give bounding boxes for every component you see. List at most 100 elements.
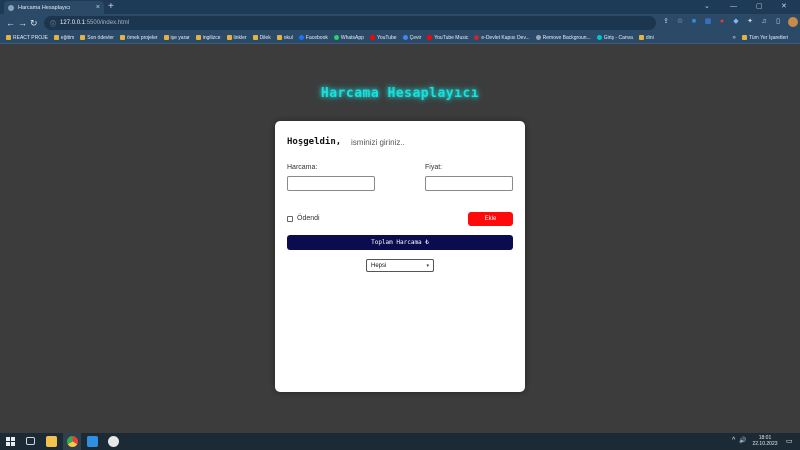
whatsapp-icon (333, 35, 339, 40)
bookmark-label: Son ödevler (87, 34, 114, 41)
folder-icon (163, 35, 169, 40)
bookmark-label: WhatsApp (340, 34, 364, 41)
folder-icon (638, 35, 644, 40)
close-window-button[interactable]: ✕ (781, 1, 787, 13)
volume-icon[interactable]: 🔊 (739, 437, 746, 444)
bookmark-item[interactable]: Facebook (298, 34, 328, 41)
expense-input[interactable] (287, 176, 375, 191)
folder-icon (6, 35, 11, 40)
url-path: :5500/index.html (85, 20, 130, 26)
page-title: Harcama Hesaplayıcı (320, 86, 480, 101)
bookmark-item[interactable]: Çevir (402, 34, 422, 41)
translate-icon (402, 35, 408, 40)
bookmark-item[interactable]: e-Devlet Kapısı Dev... (474, 34, 530, 41)
extensions-puzzle-icon[interactable]: ✦ (746, 17, 754, 27)
paid-checkbox[interactable] (287, 215, 293, 222)
bookmark-star-icon[interactable]: ☆ (676, 17, 684, 27)
bookmark-item[interactable]: dini (638, 34, 654, 41)
bookmark-label: örnek projeler (126, 34, 158, 41)
remove-bg-icon (535, 35, 541, 40)
welcome-text: Hoşgeldin, (287, 137, 342, 147)
windows-start-icon[interactable] (6, 437, 15, 446)
tab-search-icon[interactable]: ⌄ (704, 1, 710, 13)
facebook-icon (298, 35, 304, 40)
cloud-extension-icon[interactable]: ◆ (732, 17, 740, 27)
bookmark-item[interactable]: YouTube (369, 34, 397, 41)
clock-date: 22.10.2023 (752, 441, 778, 447)
task-view-icon[interactable] (26, 437, 35, 445)
bookmark-item[interactable]: Dilek (252, 34, 271, 41)
name-input[interactable] (351, 135, 471, 149)
bookmark-label: e-Devlet Kapısı Dev... (481, 34, 530, 41)
folder-icon (226, 35, 232, 40)
bookmarks-bar: REACT PROJE eğitim Son ödevler örnek projel… (0, 32, 800, 44)
add-button[interactable]: Ekle (468, 212, 513, 226)
total-expense-bar: Toplam Harcama ₺ (287, 235, 513, 250)
translate-ext-icon[interactable]: ▦ (704, 17, 712, 27)
bookmark-label: linkler (233, 34, 247, 41)
bookmark-item[interactable]: linkler (226, 34, 247, 41)
bookmark-label: Dilek (259, 34, 271, 41)
back-button[interactable]: ← (6, 16, 15, 30)
media-icon[interactable]: ♫ (760, 17, 768, 27)
bookmark-label: REACT PROJE (13, 34, 48, 41)
tray-chevron-icon[interactable]: ^ (732, 437, 735, 444)
site-info-icon[interactable]: ⓘ (50, 19, 56, 28)
chrome-icon[interactable] (67, 436, 78, 447)
youtube-music-icon (427, 35, 433, 40)
share-icon[interactable]: ⇪ (662, 17, 670, 27)
bookmark-item[interactable]: YouTube Music (427, 35, 468, 41)
bookmark-item[interactable]: Giriş - Canva (596, 35, 633, 41)
bookmark-item[interactable]: REACT PROJE (6, 35, 48, 41)
folder-icon (741, 35, 747, 40)
vscode-icon[interactable] (87, 436, 98, 447)
bookmark-label: YouTube (376, 34, 397, 41)
all-bookmarks-button[interactable]: Tüm Yer İşaretleri (741, 35, 788, 41)
bookmark-item[interactable]: örnek projeler (119, 34, 158, 41)
paid-option[interactable]: Ödendi (287, 215, 320, 222)
bookmark-item[interactable]: eğitim (53, 34, 75, 41)
bookmark-item[interactable]: ingilizce (195, 34, 221, 41)
canva-icon (596, 35, 602, 40)
bookmark-label: dini (645, 34, 654, 41)
edevlet-icon (474, 35, 480, 40)
bookmark-label: eğitim (60, 34, 75, 41)
filter-select[interactable]: Hepsi ▾ (366, 259, 434, 272)
browser-tab[interactable]: Harcama Hesaplayıcı × (4, 1, 104, 14)
bookmark-item[interactable]: WhatsApp (333, 34, 364, 41)
price-input[interactable] (425, 176, 513, 191)
bookmark-item[interactable]: işe yarar (163, 34, 190, 41)
windows-taskbar: ^ 🔊 18:01 22.10.2023 ▭ (0, 433, 800, 450)
profile-avatar[interactable] (788, 17, 798, 27)
file-explorer-icon[interactable] (46, 436, 57, 447)
tab-close-icon[interactable]: × (96, 4, 100, 11)
youtube-icon (369, 35, 375, 40)
bookmark-item[interactable]: Remove Backgroun... (535, 35, 591, 41)
url-host: 127.0.0.1 (60, 20, 86, 26)
bookmark-label: Facebook (305, 34, 328, 41)
address-bar[interactable]: ⓘ 127.0.0.1 :5500/index.html (44, 16, 656, 30)
red-extension-icon[interactable]: ● (718, 17, 726, 27)
new-tab-button[interactable]: + (108, 1, 114, 13)
tab-favicon-icon (8, 4, 14, 11)
bookmarks-overflow-button[interactable]: » (732, 35, 735, 41)
reload-button[interactable]: ↻ (30, 16, 38, 30)
folder-icon (195, 35, 201, 40)
extension-blue-icon[interactable]: ■ (690, 17, 698, 27)
clock[interactable]: 18:01 22.10.2023 (752, 435, 778, 447)
side-panel-icon[interactable]: ▯ (774, 17, 782, 27)
minimize-button[interactable]: — (730, 1, 737, 13)
notification-icon[interactable]: ▭ (786, 437, 793, 445)
filter-selected-value: Hepsi (371, 262, 387, 269)
forward-button[interactable]: → (18, 16, 27, 30)
bookmark-label: işe yarar (170, 34, 190, 41)
bookmark-label: ingilizce (202, 34, 221, 41)
bookmark-item[interactable]: Son ödevler (80, 35, 114, 41)
app-icon[interactable] (108, 436, 119, 447)
maximize-button[interactable]: ▢ (756, 1, 763, 13)
bookmark-label: Çevir (409, 34, 422, 41)
expense-label: Harcama: (287, 164, 318, 171)
folder-icon (119, 35, 125, 40)
folder-icon (252, 35, 258, 40)
bookmark-item[interactable]: okul (276, 35, 293, 41)
